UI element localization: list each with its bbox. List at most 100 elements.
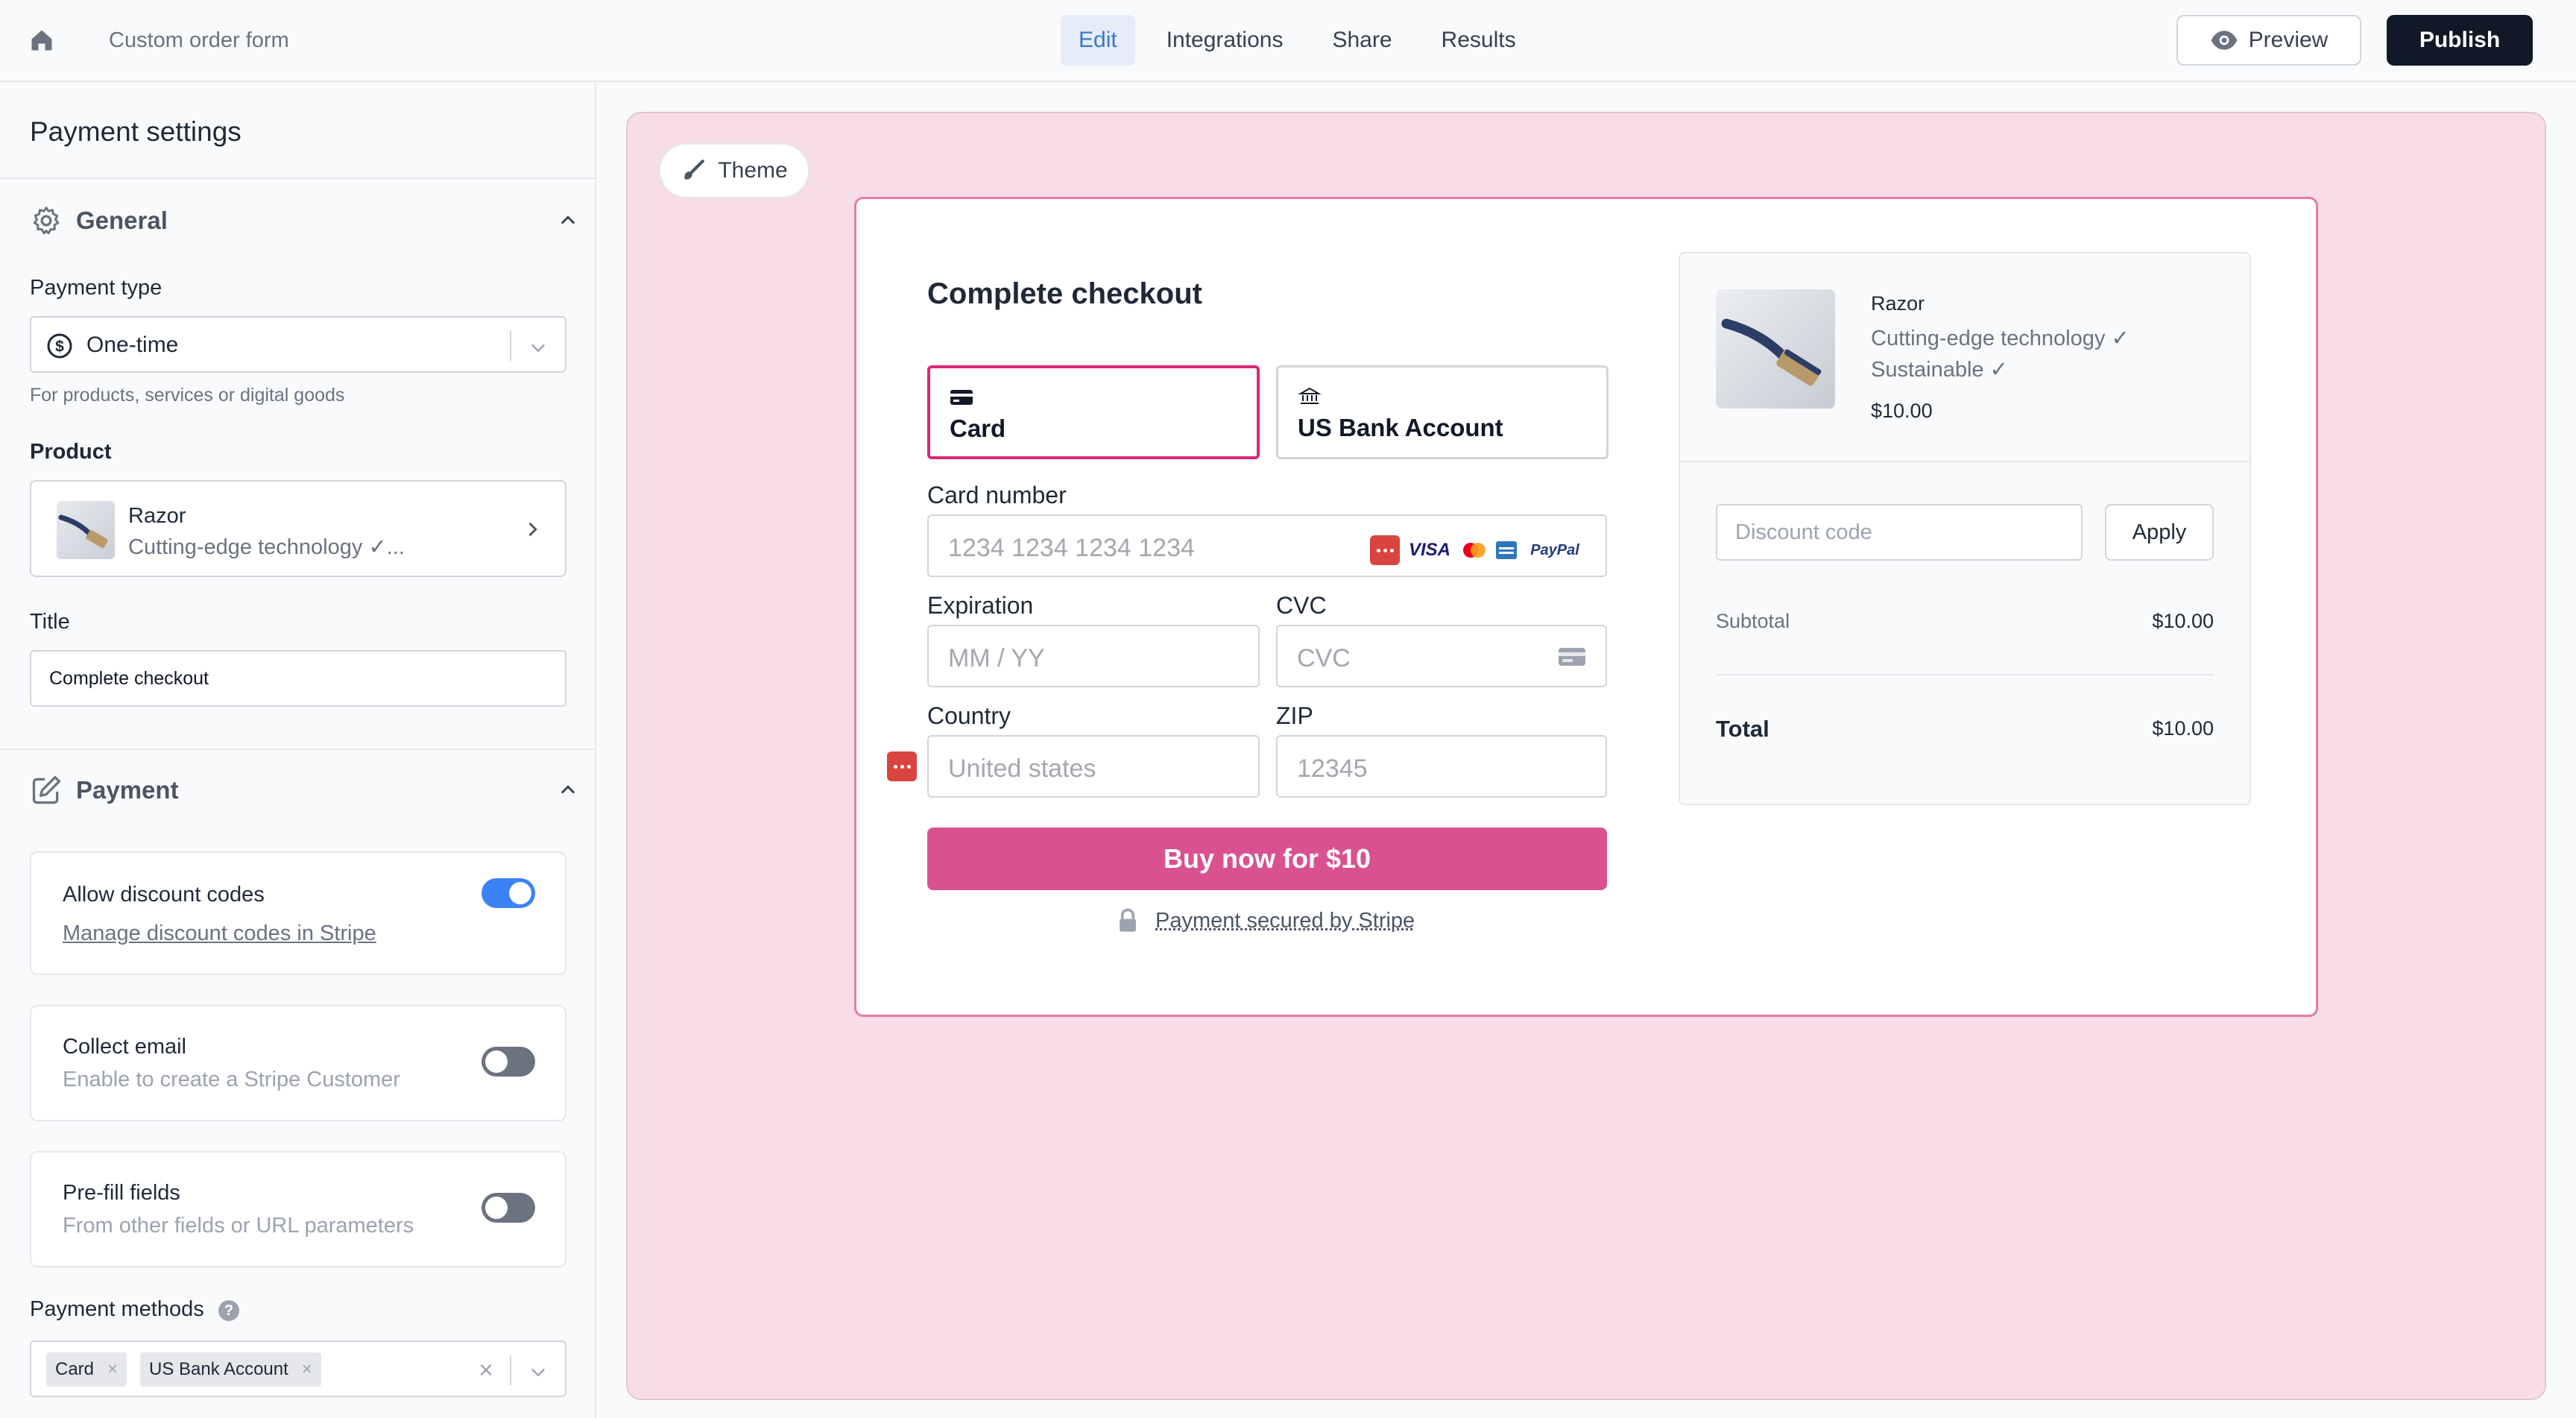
- remove-chip-icon[interactable]: ×: [302, 1352, 312, 1387]
- payment-methods-label: Payment methods: [30, 1297, 204, 1321]
- apply-discount-button[interactable]: Apply: [2105, 504, 2214, 561]
- payment-section-header[interactable]: Payment: [30, 772, 179, 808]
- divider: [1716, 674, 2214, 675]
- theme-label: Theme: [718, 158, 788, 183]
- product-description: Cutting-edge technology ✓...: [128, 535, 405, 559]
- zip-placeholder: 12345: [1297, 754, 1368, 783]
- divider: [0, 749, 596, 750]
- discount-code-input[interactable]: Discount code: [1716, 504, 2083, 561]
- toggle-card-email: Collect email Enable to create a Stripe …: [30, 1005, 566, 1121]
- collect-email-toggle[interactable]: [482, 1047, 535, 1077]
- publish-button[interactable]: Publish: [2387, 15, 2533, 66]
- cvc-input[interactable]: CVC: [1276, 625, 1607, 687]
- chip-label: Card: [55, 1359, 95, 1379]
- tab-results[interactable]: Results: [1424, 15, 1534, 66]
- toggle-title: Allow discount codes: [63, 883, 265, 907]
- product-thumbnail: [57, 501, 115, 559]
- summary-feature: Cutting-edge technology ✓: [1871, 327, 2130, 350]
- form-name: Custom order form: [109, 28, 289, 52]
- main-nav: Edit Integrations Share Results: [1061, 15, 1534, 66]
- eye-icon: [2211, 31, 2238, 50]
- tab-share[interactable]: Share: [1314, 15, 1409, 66]
- chip-label: US Bank Account: [149, 1359, 288, 1379]
- gear-icon: [33, 207, 60, 235]
- toggle-card-discount: Allow discount codes Manage discount cod…: [30, 851, 566, 975]
- bank-tab-label: US Bank Account: [1298, 414, 1503, 441]
- card-number-placeholder: 1234 1234 1234 1234: [948, 534, 1195, 562]
- payment-type-label: Payment type: [30, 276, 162, 300]
- card-method-tab[interactable]: Card: [927, 365, 1260, 459]
- help-icon[interactable]: ?: [218, 1300, 239, 1321]
- preview-button[interactable]: Preview: [2176, 15, 2361, 66]
- brush-icon: [684, 160, 705, 180]
- paypal-logo: PayPal: [1530, 541, 1579, 558]
- secured-by-stripe-link[interactable]: Payment secured by Stripe: [1155, 909, 1415, 933]
- card-brands: VISA PayPal: [1370, 535, 1586, 565]
- cvc-card-icon: [1559, 648, 1585, 666]
- home-icon[interactable]: [28, 27, 55, 54]
- theme-button[interactable]: Theme: [659, 143, 809, 198]
- country-input[interactable]: United states: [927, 735, 1260, 798]
- payment-type-select[interactable]: $ One-time: [30, 316, 566, 373]
- expiration-placeholder: MM / YY: [948, 644, 1045, 672]
- product-image: [1716, 289, 1835, 409]
- prefill-fields-toggle[interactable]: [482, 1193, 535, 1223]
- method-chip-bank: US Bank Account ×: [140, 1352, 321, 1387]
- card-tab-label: Card: [950, 415, 1006, 442]
- expiration-input[interactable]: MM / YY: [927, 625, 1260, 687]
- summary-feature: Sustainable ✓: [1871, 358, 2008, 382]
- edit-icon: [32, 775, 61, 804]
- payment-type-hint: For products, services or digital goods: [30, 385, 345, 406]
- expiration-label: Expiration: [927, 592, 1034, 619]
- remove-chip-icon[interactable]: ×: [107, 1352, 118, 1387]
- summary-price: $10.00: [1871, 400, 1933, 422]
- tab-integrations[interactable]: Integrations: [1149, 15, 1301, 66]
- autofill-icon: [887, 751, 917, 781]
- toggle-subtitle: Enable to create a Stripe Customer: [63, 1068, 400, 1091]
- title-input[interactable]: Complete checkout: [30, 650, 566, 707]
- general-section-header[interactable]: General: [30, 203, 168, 239]
- total-value: $10.00: [2152, 717, 2214, 740]
- chevron-right-icon: [528, 522, 537, 537]
- subtotal-label: Subtotal: [1716, 610, 1790, 632]
- lock-icon: [1120, 908, 1136, 932]
- discount-codes-toggle[interactable]: [482, 878, 535, 908]
- manage-discounts-link[interactable]: Manage discount codes in Stripe: [63, 921, 376, 946]
- chevron-down-icon[interactable]: [528, 337, 549, 358]
- summary-product-name: Razor: [1871, 292, 1925, 315]
- chevron-down-icon[interactable]: [528, 1361, 549, 1382]
- settings-sidebar: Payment settings General Payment type $ …: [0, 83, 596, 1418]
- toggle-title: Collect email: [63, 1035, 186, 1059]
- mastercard-logo: [1463, 543, 1486, 558]
- payment-type-value: One-time: [86, 333, 179, 357]
- select-separator: [510, 331, 511, 361]
- dollar-icon: $: [47, 333, 72, 359]
- buy-now-button[interactable]: Buy now for $10: [927, 828, 1607, 890]
- payment-secured-note: Payment secured by Stripe: [1117, 908, 1415, 933]
- chevron-up-icon[interactable]: [558, 210, 578, 231]
- card-number-input[interactable]: 1234 1234 1234 1234 VISA PayPal: [927, 514, 1607, 577]
- clear-all-icon[interactable]: ×: [479, 1355, 493, 1385]
- title-label: Title: [30, 610, 70, 634]
- chevron-up-icon[interactable]: [558, 780, 578, 801]
- select-separator: [510, 1355, 511, 1385]
- cvc-label: CVC: [1276, 592, 1327, 619]
- amex-logo: [1496, 541, 1517, 559]
- top-bar: Custom order form Edit Integrations Shar…: [0, 0, 2576, 82]
- total-label: Total: [1716, 716, 1770, 742]
- card-number-label: Card number: [927, 482, 1067, 508]
- credit-card-icon: [950, 390, 973, 405]
- tab-edit[interactable]: Edit: [1061, 15, 1135, 66]
- product-selector[interactable]: Razor Cutting-edge technology ✓...: [30, 480, 566, 577]
- country-placeholder: United states: [948, 754, 1096, 783]
- zip-input[interactable]: 12345: [1276, 735, 1607, 798]
- bank-method-tab[interactable]: US Bank Account: [1276, 365, 1609, 459]
- zip-label: ZIP: [1276, 702, 1313, 729]
- payment-methods-select[interactable]: Card × US Bank Account × ×: [30, 1340, 566, 1397]
- discount-placeholder: Discount code: [1735, 520, 1872, 544]
- sidebar-title: Payment settings: [30, 116, 242, 147]
- product-name: Razor: [128, 504, 186, 528]
- payment-heading: Payment: [76, 776, 179, 804]
- toggle-subtitle: From other fields or URL parameters: [63, 1214, 414, 1238]
- checkout-title: Complete checkout: [927, 277, 1202, 310]
